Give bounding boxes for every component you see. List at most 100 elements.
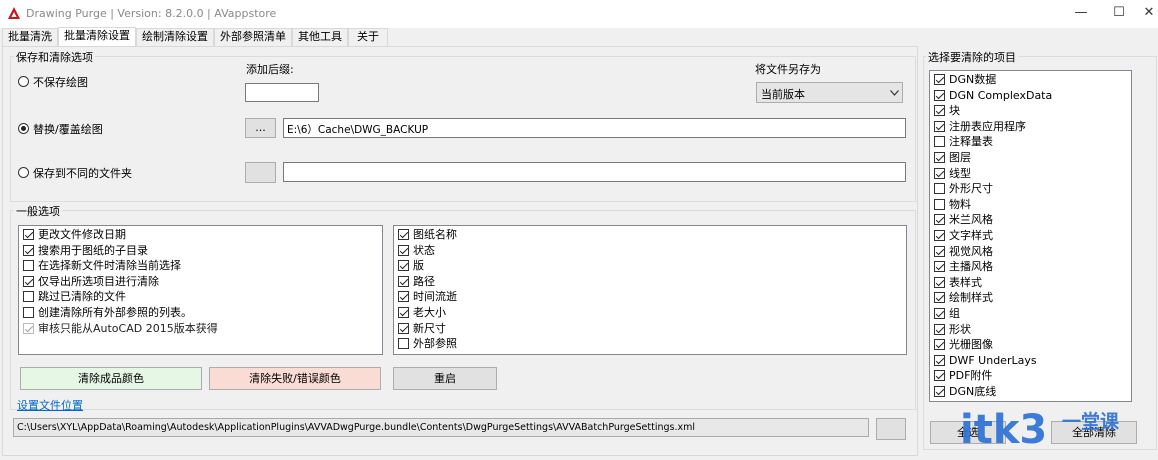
other-folder-label: 保存到不同的文件夹 bbox=[33, 167, 132, 180]
save-as-label: 将文件另存为 bbox=[755, 63, 821, 76]
checkbox[interactable] bbox=[934, 276, 945, 288]
tab-about[interactable]: 关于 bbox=[348, 28, 388, 46]
checkbox[interactable] bbox=[398, 322, 409, 334]
checkbox[interactable] bbox=[934, 167, 945, 179]
general-option-right-item-label: 时间流逝 bbox=[413, 290, 457, 304]
tab-xref-list[interactable]: 外部参照清单 bbox=[214, 28, 292, 46]
suffix-input[interactable] bbox=[245, 83, 319, 102]
checkbox[interactable] bbox=[398, 307, 409, 318]
checkbox[interactable] bbox=[934, 323, 945, 335]
no-save-label: 不保存绘图 bbox=[33, 76, 88, 89]
browse-backup-button[interactable]: ... bbox=[245, 118, 276, 138]
checkbox[interactable] bbox=[398, 260, 409, 272]
checkbox[interactable] bbox=[934, 245, 945, 257]
success-color-button[interactable]: 清除成品颜色 bbox=[20, 367, 202, 390]
minimize-button[interactable]: — bbox=[1070, 4, 1092, 22]
general-option-left-item-label: 更改文件修改日期 bbox=[38, 228, 126, 241]
purge-item-item-label: 块 bbox=[949, 104, 960, 118]
checkbox[interactable] bbox=[934, 214, 945, 226]
checkbox[interactable] bbox=[398, 338, 409, 350]
checkbox[interactable] bbox=[23, 307, 34, 318]
purge-item-item-label: PDF附件 bbox=[949, 369, 993, 383]
save-options-group-label: 保存和清除选项 bbox=[14, 49, 95, 65]
checkbox[interactable] bbox=[23, 229, 34, 240]
checkbox[interactable] bbox=[934, 354, 945, 366]
checkbox[interactable] bbox=[23, 291, 34, 303]
checkbox[interactable] bbox=[934, 308, 945, 319]
checkbox[interactable] bbox=[934, 198, 945, 210]
general-option-left-item-label: 审核只能从AutoCAD 2015版本获得 bbox=[38, 321, 218, 335]
purge-items-group-label: 选择要清除的项目 bbox=[926, 49, 1018, 65]
checkbox[interactable] bbox=[934, 136, 945, 148]
settings-browse-button[interactable] bbox=[876, 418, 906, 440]
overwrite-label: 替换/覆盖绘图 bbox=[33, 123, 103, 136]
checkbox[interactable] bbox=[934, 230, 945, 241]
checkbox[interactable] bbox=[23, 260, 34, 272]
purge-item-item-label: 表样式 bbox=[949, 275, 982, 289]
purge-item-item-label: 视觉风格 bbox=[949, 244, 993, 258]
purge-item-item-label: DGN底线 bbox=[949, 385, 997, 398]
watermark-itk3: itk3 bbox=[960, 407, 1048, 453]
checkbox[interactable] bbox=[934, 74, 945, 85]
purge-item-item-label: 注册表应用程序 bbox=[949, 119, 1026, 133]
settings-path-field[interactable]: C:\Users\XYL\AppData\Roaming\Autodesk\Ap… bbox=[13, 418, 869, 437]
purge-item-item-label: DGN数据 bbox=[949, 73, 997, 86]
checkbox[interactable] bbox=[934, 105, 945, 117]
checkbox[interactable] bbox=[934, 339, 945, 351]
checkbox[interactable] bbox=[934, 370, 945, 382]
tab-batch-clean[interactable]: 批量清洗 bbox=[2, 28, 58, 46]
general-option-right-item-label: 路径 bbox=[413, 274, 435, 288]
purge-item-item-label: DWF UnderLays bbox=[949, 353, 1037, 367]
purge-items-list: DGN数据 DGN ComplexData 块注册表应用程序 注释量表 图层 线型 外形尺寸… bbox=[929, 70, 1132, 402]
tab-other-tools[interactable]: 其他工具 bbox=[292, 28, 348, 46]
settings-location-link[interactable]: 设置文件位置 bbox=[17, 397, 83, 413]
no-save-radio[interactable] bbox=[18, 76, 29, 87]
purge-item-item-label: 米兰风格 bbox=[949, 213, 993, 227]
watermark-cn: 一堂课 bbox=[1062, 411, 1120, 433]
checkbox[interactable] bbox=[934, 120, 945, 132]
checkbox[interactable] bbox=[934, 386, 945, 397]
checkbox[interactable] bbox=[934, 261, 945, 273]
tab-batch-purge-settings[interactable]: 批量清除设置 bbox=[58, 27, 136, 46]
purge-item-item-label: 主播风格 bbox=[949, 260, 993, 274]
overwrite-radio[interactable] bbox=[18, 123, 29, 134]
checkbox[interactable] bbox=[23, 322, 34, 334]
restart-button[interactable]: 重启 bbox=[393, 367, 497, 390]
general-option-right-item-label: 外部参照 bbox=[413, 337, 457, 351]
tab-draw-purge-settings[interactable]: 绘制清除设置 bbox=[136, 28, 214, 46]
checkbox[interactable] bbox=[398, 275, 409, 287]
general-option-left-item-label: 仅导出所选项目进行清除 bbox=[38, 274, 159, 288]
other-folder-radio[interactable] bbox=[18, 167, 29, 178]
app-logo-icon bbox=[7, 6, 21, 20]
checkbox[interactable] bbox=[398, 229, 409, 240]
checkbox[interactable] bbox=[398, 291, 409, 303]
checkbox[interactable] bbox=[934, 292, 945, 304]
fail-color-button[interactable]: 清除失败/错误颜色 bbox=[209, 367, 381, 390]
backup-path-input[interactable]: E:\6）Cache\DWG_BACKUP bbox=[283, 118, 906, 138]
general-option-right-item-label: 图纸名称 bbox=[413, 228, 457, 241]
suffix-label: 添加后缀: bbox=[246, 63, 294, 76]
purge-item-item-label: 光栅图像 bbox=[949, 338, 993, 352]
general-option-right-item-label: 新尺寸 bbox=[413, 321, 446, 335]
general-option-right-item-label: 状态 bbox=[413, 243, 435, 257]
checkbox[interactable] bbox=[398, 244, 409, 256]
browse-folder-button[interactable] bbox=[245, 162, 276, 183]
checkbox[interactable] bbox=[23, 244, 34, 256]
checkbox[interactable] bbox=[934, 183, 945, 195]
maximize-button[interactable]: ☐ bbox=[1108, 4, 1130, 22]
purge-item-item-label: 线型 bbox=[949, 166, 971, 180]
general-option-left-item-label: 创建清除所有外部参照的列表。 bbox=[38, 306, 192, 319]
checkbox[interactable] bbox=[934, 152, 945, 163]
purge-item-item-label: 绘制样式 bbox=[949, 291, 993, 305]
general-options-right-list: 图纸名称状态版路径时间流逝老大小新尺寸外部参照 bbox=[393, 225, 907, 355]
general-option-right-item-label: 老大小 bbox=[413, 306, 446, 319]
checkbox[interactable] bbox=[23, 275, 34, 287]
general-options-group-label: 一般选项 bbox=[14, 203, 62, 219]
other-folder-path-input[interactable] bbox=[283, 162, 906, 182]
general-option-right-item-label: 版 bbox=[413, 259, 424, 273]
purge-item-item-label: 外形尺寸 bbox=[949, 182, 993, 196]
purge-item-item-label: 组 bbox=[949, 307, 960, 320]
save-as-select[interactable]: 当前版本 bbox=[756, 82, 903, 103]
checkbox[interactable] bbox=[934, 89, 945, 101]
close-button[interactable]: ✕ bbox=[1138, 4, 1158, 22]
